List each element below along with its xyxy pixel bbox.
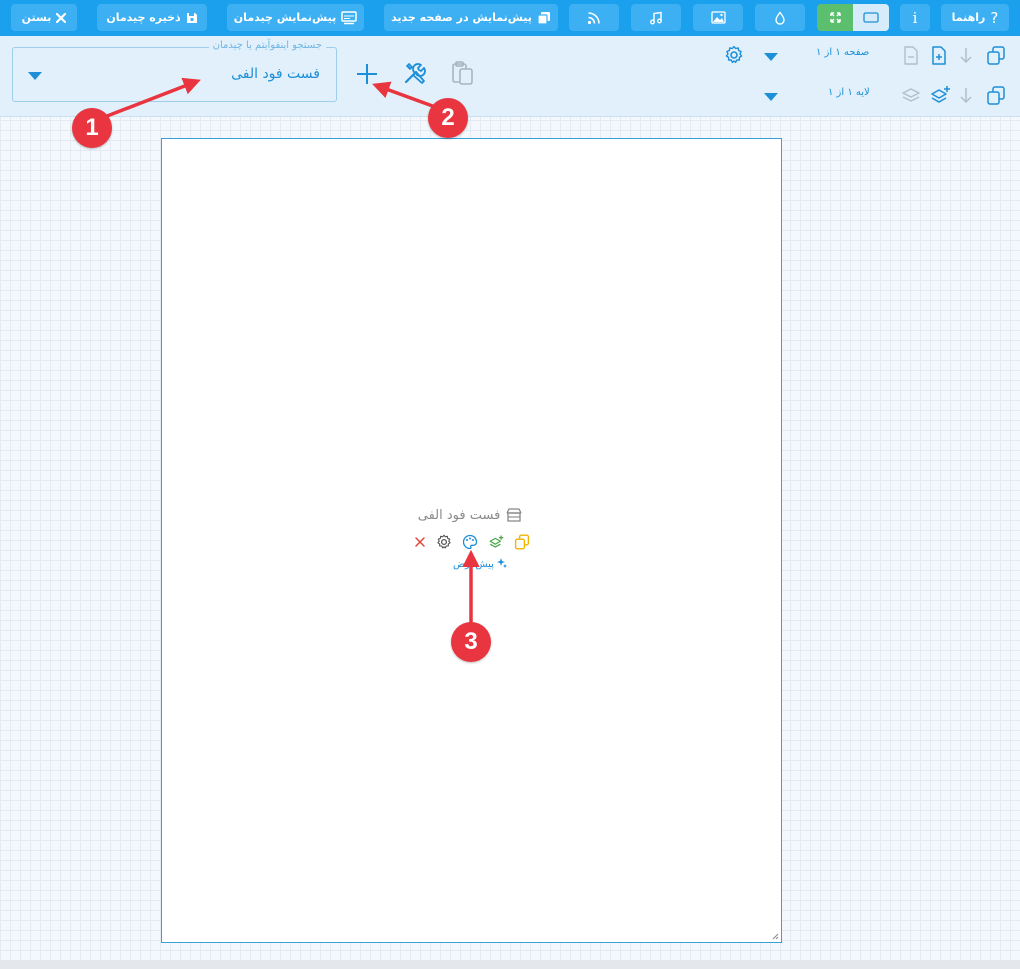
save-layout-button[interactable]: ذخیره چیدمان <box>97 4 207 31</box>
item-settings-gear-icon[interactable] <box>436 534 452 550</box>
page-dropdown-caret-icon[interactable] <box>764 53 778 61</box>
store-icon <box>506 508 522 522</box>
layer-count-label: لایه ۱ از ۱ <box>828 87 870 98</box>
page-settings-gear-icon[interactable] <box>724 45 744 65</box>
music-button[interactable] <box>631 4 681 31</box>
search-legend: جستجو اینفوآیتم یا چیدمان <box>208 40 326 51</box>
help-label: راهنما <box>951 11 986 24</box>
preview-new-page-button[interactable]: پیش‌نمایش در صفحه جدید <box>384 4 558 31</box>
info-icon: i <box>912 8 918 27</box>
move-layer-down-icon <box>960 88 972 103</box>
rectangle-icon <box>863 12 879 23</box>
rss-icon <box>587 11 600 24</box>
color-button[interactable] <box>755 4 805 31</box>
annotation-badge-2: 2 <box>428 98 468 138</box>
help-button[interactable]: ? راهنما <box>941 4 1009 31</box>
duplicate-layer-icon[interactable] <box>986 86 1006 105</box>
expand-arrows-icon <box>829 12 841 23</box>
close-label: بستن <box>21 11 52 24</box>
info-item-title-text: فست فود الفی <box>417 507 501 523</box>
remove-layer-icon <box>902 88 920 102</box>
duplicate-item-icon[interactable] <box>514 534 530 550</box>
fullscreen-button[interactable] <box>817 4 853 31</box>
paste-icon <box>452 61 473 85</box>
help-icon: ? <box>990 8 999 27</box>
preview-layout-button[interactable]: پیش‌نمایش چیدمان <box>227 4 364 31</box>
preview-layout-label: پیش‌نمایش چیدمان <box>233 11 337 24</box>
bottom-scroll-strip <box>0 960 1020 969</box>
default-style-link[interactable]: پیش‌فرض <box>430 558 530 572</box>
add-icon[interactable] <box>356 63 378 85</box>
info-item-actions <box>414 533 530 551</box>
save-layout-label: ذخیره چیدمان <box>106 11 181 24</box>
resize-handle-icon[interactable] <box>772 933 779 940</box>
info-item-title[interactable]: فست فود الفی <box>410 505 530 525</box>
page-count-label: صفحه ۱ از ۱ <box>816 47 870 58</box>
close-button[interactable]: بستن <box>11 4 77 31</box>
delete-item-icon[interactable] <box>414 536 426 548</box>
tools-icon[interactable] <box>402 61 428 87</box>
image-button[interactable] <box>693 4 743 31</box>
copy-pages-icon <box>537 11 550 25</box>
layers-icon[interactable] <box>488 534 504 550</box>
drop-icon <box>775 10 785 25</box>
monitor-icon <box>341 10 357 24</box>
preview-new-page-label: پیش‌نمایش در صفحه جدید <box>391 11 532 24</box>
move-page-down-icon <box>960 48 972 63</box>
add-page-icon[interactable] <box>931 46 947 65</box>
search-select[interactable]: جستجو اینفوآیتم یا چیدمان فست فود الفی <box>12 40 337 102</box>
window-mode-button[interactable] <box>853 4 889 31</box>
close-icon <box>56 12 67 23</box>
remove-page-icon <box>904 46 918 65</box>
default-style-label: پیش‌فرض <box>452 559 494 570</box>
annotation-badge-1: 1 <box>72 108 112 148</box>
rss-button[interactable] <box>569 4 619 31</box>
duplicate-page-icon[interactable] <box>986 46 1006 65</box>
layer-dropdown-caret-icon[interactable] <box>764 93 778 101</box>
add-layer-icon[interactable] <box>929 85 951 105</box>
image-icon <box>710 11 726 24</box>
floppy-disk-icon <box>186 12 197 23</box>
search-value: فست فود الفی <box>231 66 320 82</box>
sparkle-icon <box>497 558 508 568</box>
top-bar: بستن ذخیره چیدمان پیش‌نمایش چیدمان پیش‌ن… <box>0 0 1020 36</box>
annotation-badge-3: 3 <box>451 622 491 662</box>
editor-toolbar: جستجو اینفوآیتم یا چیدمان فست فود الفی ص… <box>0 36 1020 117</box>
music-note-icon <box>650 11 662 24</box>
info-button[interactable]: i <box>900 4 930 31</box>
palette-icon[interactable] <box>462 534 478 550</box>
search-dropdown-caret-icon[interactable] <box>28 72 42 80</box>
